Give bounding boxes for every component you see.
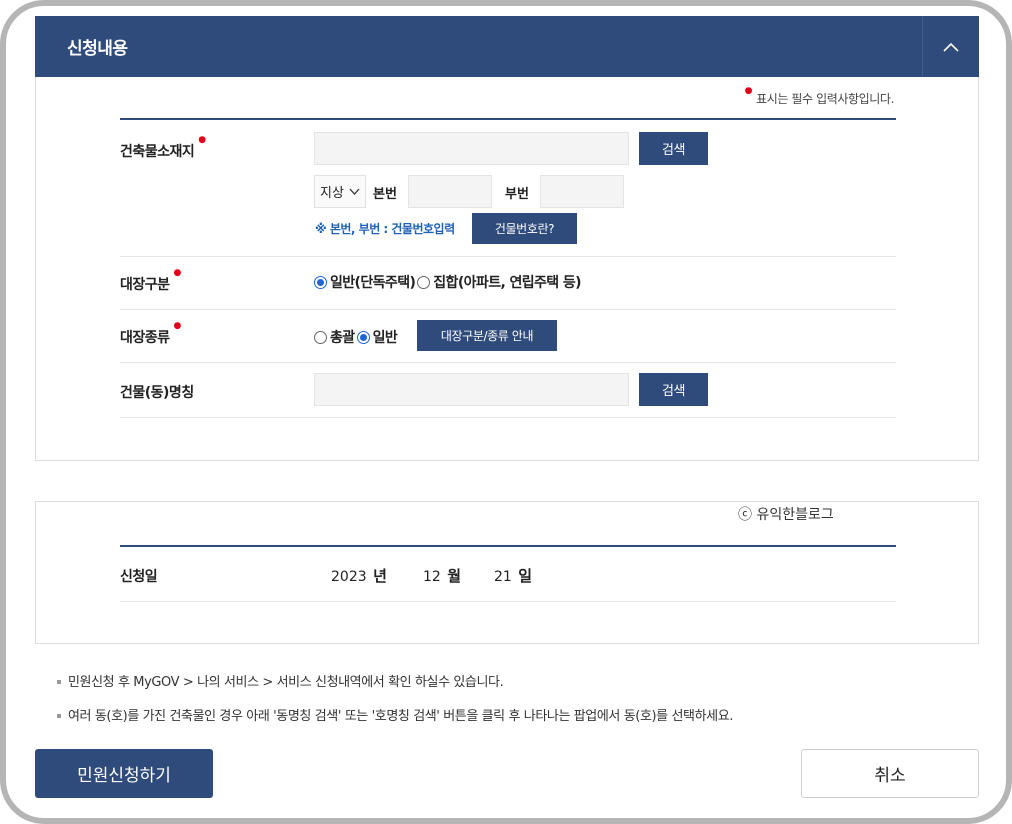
required-note: ●표시는 필수 입력사항입니다. [745,86,895,107]
chevron-up-icon [943,42,959,52]
building-name-search-button[interactable]: 검색 [639,373,708,406]
register-type-option-collective[interactable]: 집합(아파트, 연립주택 등) [433,272,581,292]
address-label-text: 건축물소재지 [120,144,195,160]
date-year: 2023 년 [331,565,387,586]
collapse-button[interactable] [922,16,979,77]
register-type-radio-collective[interactable] [417,275,431,289]
register-type-radio-general[interactable] [314,275,327,289]
register-kind-radio-general[interactable] [356,330,370,344]
required-note-text: 표시는 필수 입력사항입니다. [756,92,894,106]
address-label: 건축물소재지 ● [120,135,206,161]
building-number-hint: ※ 본번, 부번 : 건물번호입력 [315,222,455,236]
divider [120,362,896,363]
date-day-value: 21 [494,569,512,585]
date-day-unit: 일 [518,567,533,585]
note-text: 민원신청 후 MyGOV > 나의 서비스 > 서비스 신청내역에서 확인 하실… [68,675,504,690]
register-kind-radio-total[interactable] [314,330,327,344]
divider [120,256,896,257]
ground-select-value: 지상 [320,186,344,201]
required-dot-icon: ● [173,268,182,278]
divider [120,417,896,418]
register-type-option-general[interactable]: 일반(단독주택) [330,272,416,292]
divider [120,309,896,310]
date-label-text: 신청일 [120,569,158,585]
application-date-panel: ⓒ 유익한블로그 신청일 2023 년 12 월 21 일 [35,501,979,644]
main-number-label: 본번 [373,187,397,202]
required-dot-icon: ● [198,135,206,145]
building-name-label-text: 건물(동)명칭 [120,385,194,401]
note-item: 여러 동(호)를 가진 건축물인 경우 아래 '동명칭 검색' 또는 '호명칭 … [57,705,733,724]
note-text: 여러 동(호)를 가진 건축물인 경우 아래 '동명칭 검색' 또는 '호명칭 … [68,709,734,724]
required-dot-icon: ● [744,86,753,96]
register-kind-option-total[interactable]: 총괄 [330,327,355,347]
register-kind-radio-group: 총괄 일반 [314,327,398,347]
date-year-unit: 년 [373,567,387,585]
required-dot-icon: ● [173,321,182,331]
register-type-radio-group: 일반(단독주택) 집합(아파트, 연립주택 등) [314,272,582,292]
watermark: ⓒ 유익한블로그 [738,507,834,523]
register-type-label-text: 대장구분 [120,277,170,293]
building-name-label: 건물(동)명칭 [120,382,194,402]
date-month-value: 12 [423,569,441,585]
building-name-input[interactable] [314,373,629,406]
date-month: 12 월 [423,565,461,586]
register-kind-option-general[interactable]: 일반 [373,327,398,347]
application-form: ●표시는 필수 입력사항입니다. 건축물소재지 ● 검색 지상 본번 부번 ※ 본… [35,77,979,461]
sub-number-label: 부번 [505,187,529,202]
note-item: 민원신청 후 MyGOV > 나의 서비스 > 서비스 신청내역에서 확인 하실… [57,671,504,690]
date-year-value: 2023 [331,569,367,585]
bullet-icon [57,713,61,718]
sub-number-input[interactable] [540,175,624,208]
ground-select[interactable]: 지상 [314,175,366,208]
cancel-button[interactable]: 취소 [801,749,979,798]
divider [120,118,896,120]
section-title: 신청내용 [67,39,128,59]
register-kind-label-text: 대장종류 [120,330,170,346]
divider [120,545,896,547]
date-day: 21 일 [494,565,532,586]
building-number-help-button[interactable]: 건물번호란? [472,213,577,244]
section-header: 신청내용 [35,16,979,77]
register-kind-label: 대장종류 ● [120,321,181,347]
register-guide-button[interactable]: 대장구분/종류 안내 [417,320,557,351]
submit-application-button[interactable]: 민원신청하기 [35,749,213,798]
date-month-unit: 월 [447,567,462,585]
address-input[interactable] [314,132,629,165]
address-search-button[interactable]: 검색 [639,132,708,165]
bullet-icon [57,679,61,684]
register-type-label: 대장구분 ● [120,268,181,294]
chevron-down-icon [349,188,360,195]
divider [120,601,896,602]
main-number-input[interactable] [408,175,492,208]
date-label: 신청일 [120,566,158,586]
